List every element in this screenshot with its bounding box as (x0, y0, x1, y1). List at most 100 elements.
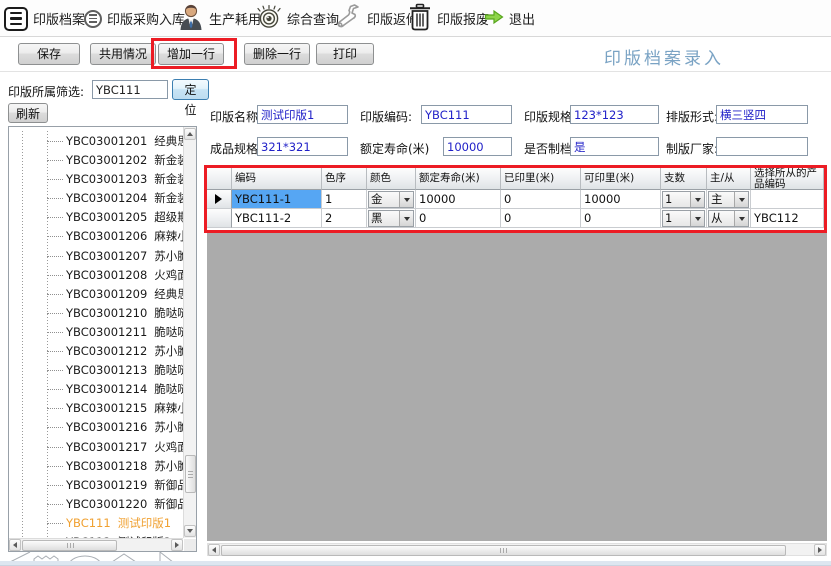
tree-item[interactable]: YBC03001212苏小脆新奥尔良鸡 (10, 342, 183, 361)
cell-seq[interactable]: 2 (322, 209, 367, 228)
count-combo[interactable]: 1 (662, 210, 705, 227)
cell-printable[interactable]: 0 (581, 209, 661, 228)
tree-item-name: 麻辣小龙虾55g15 (154, 401, 183, 415)
filter-input[interactable] (92, 80, 168, 99)
tree-item[interactable]: YBC03001216苏小脆川辣牛肉5 (10, 418, 183, 437)
delete-row-button[interactable]: 删除一行 (244, 43, 310, 65)
cell-product[interactable]: YBC112 (751, 209, 824, 228)
header-product[interactable]: 选择所从的产品编码 (751, 168, 824, 190)
row-selector[interactable] (207, 209, 232, 228)
tree-item[interactable]: YBC03001220新御品思园红烧牛 (10, 495, 183, 514)
cell-printed[interactable]: 0 (501, 209, 581, 228)
toolbar-item-plate-repair[interactable]: 印版返修 (334, 0, 419, 37)
shared-usage-button[interactable]: 共用情况 (90, 43, 156, 65)
tree-item[interactable]: YBC03001210脆哒哒火鸡面55g (10, 304, 183, 323)
combo-value: 1 (663, 211, 690, 226)
save-button[interactable]: 保存 (18, 43, 80, 65)
chevron-down-icon[interactable] (399, 192, 413, 207)
role-combo[interactable]: 主 (708, 191, 749, 208)
scroll-right-button[interactable] (171, 539, 183, 551)
cell-life[interactable]: 0 (416, 209, 501, 228)
scrollbar-thumb[interactable] (22, 540, 117, 551)
toolbar-item-plate-archive[interactable]: 印版档案 (4, 0, 85, 37)
combo-value: 金 (369, 192, 399, 207)
cell-code[interactable]: YBC111-2 (232, 209, 322, 228)
header-printed[interactable]: 已印里(米) (501, 168, 581, 190)
tree-item-code: YBC03001203 (66, 172, 147, 186)
header-role[interactable]: 主/从 (707, 168, 751, 190)
header-count[interactable]: 支数 (661, 168, 707, 190)
locate-button[interactable]: 定位 (172, 79, 209, 100)
refresh-button[interactable]: 刷新 (8, 103, 48, 123)
color-combo[interactable]: 金 (368, 191, 414, 208)
tree-item[interactable]: YBC03001205超级斯美特香牛 (10, 208, 183, 227)
chevron-down-icon[interactable] (734, 211, 748, 226)
toolbar-item-exit[interactable]: 退出 (484, 0, 535, 37)
tree-item[interactable]: YBC03001201经典思园香辣牛肉面 (10, 132, 183, 151)
cell-printed[interactable]: 0 (501, 190, 581, 209)
scroll-up-button[interactable] (184, 128, 196, 140)
plate-maker-input[interactable] (716, 137, 808, 156)
cell-seq[interactable]: 1 (322, 190, 367, 209)
cell-product[interactable] (751, 190, 824, 209)
scrollbar-thumb[interactable] (185, 455, 196, 493)
toolbar-item-production-usage[interactable]: 生产耗用 (178, 0, 261, 37)
cell-count: 1 (661, 190, 707, 209)
color-combo[interactable]: 黑 (368, 210, 414, 227)
tree-item[interactable]: YBC03001218苏小脆新奥尔良鸡 (10, 457, 183, 476)
plate-spec-input[interactable] (570, 105, 659, 124)
count-combo[interactable]: 1 (662, 191, 705, 208)
tree-item[interactable]: YBC03001204新金装老坛酸菜面 (10, 189, 183, 208)
tree-item[interactable]: YBC03001213脆哒哒麻辣小龙虾 (10, 361, 183, 380)
print-button[interactable]: 打印 (316, 43, 374, 65)
rated-life-input[interactable] (443, 137, 512, 156)
cell-life[interactable]: 10000 (416, 190, 501, 209)
tree-item-name: 苏小脆川辣牛肉5 (154, 420, 183, 434)
cell-printable[interactable]: 10000 (581, 190, 661, 209)
tree-item[interactable]: YBC03001202新金装红烧牛肉面 (10, 151, 183, 170)
toolbar-item-plate-purchase[interactable]: 印版采购入库 (84, 0, 185, 37)
plate-name-input[interactable] (257, 105, 348, 124)
toolbar-item-plate-scrap[interactable]: 印版报废 (408, 0, 489, 37)
filter-label: 印版所属筛选: (8, 83, 84, 100)
cell-code[interactable]: YBC111-1 (232, 190, 322, 209)
scroll-left-button[interactable] (9, 539, 21, 551)
tree-item[interactable]: YBC03001215麻辣小龙虾55g15 (10, 399, 183, 418)
add-row-button[interactable]: 增加一行 (158, 43, 224, 65)
scroll-right-button[interactable] (814, 544, 826, 556)
tree-item[interactable]: YBC03001219新御品思园香辣牛 (10, 476, 183, 495)
layout-form-input[interactable] (716, 105, 808, 124)
toolbar-item-comprehensive-query[interactable]: 综合查询 (256, 0, 339, 37)
row-selector[interactable] (207, 190, 232, 209)
plate-code-input[interactable] (421, 105, 512, 124)
tree-item[interactable]: YBC03001211脆哒哒麻辣小龙虾 (10, 323, 183, 342)
combo-value: 从 (709, 211, 734, 226)
tree-item[interactable]: YBC111测试印版1 (10, 514, 183, 533)
product-spec-input[interactable] (257, 137, 348, 156)
role-combo[interactable]: 从 (708, 210, 749, 227)
header-life[interactable]: 额定寿命(米) (416, 168, 501, 190)
header-color[interactable]: 颜色 (367, 168, 416, 190)
chevron-down-icon[interactable] (734, 192, 748, 207)
tree-item[interactable]: YBC03001206麻辣小龙虾55g (10, 227, 183, 246)
is-archived-input[interactable] (570, 137, 659, 156)
tree-item[interactable]: YBC03001208火鸡面劲爆火鸡5 (10, 266, 183, 285)
header-code[interactable]: 编码 (232, 168, 322, 190)
tree-vertical-scrollbar[interactable] (183, 127, 196, 538)
cell-color: 金 (367, 190, 416, 209)
tree-item[interactable]: YBC03001209经典思园浓香排骨 (10, 285, 183, 304)
header-seq[interactable]: 色序 (322, 168, 367, 190)
tree-item[interactable]: YBC03001214脆哒哒火鸡面55g (10, 380, 183, 399)
header-printable[interactable]: 可印里(米) (581, 168, 661, 190)
tree-item[interactable]: YBC03001217火鸡面劲爆火鸡5 (10, 438, 183, 457)
plate-name-label: 印版名称: (210, 108, 262, 125)
tree-item-code: YBC03001214 (66, 382, 147, 396)
scroll-down-button[interactable] (184, 525, 196, 537)
tree-item[interactable]: YBC03001207苏小脆川辣牛肉5 (10, 247, 183, 266)
chevron-down-icon[interactable] (399, 211, 413, 226)
chevron-down-icon[interactable] (690, 192, 704, 207)
tree-horizontal-scrollbar[interactable] (9, 538, 183, 551)
tree-item[interactable]: YBC03001203新金装香辣牛肉面 (10, 170, 183, 189)
chevron-down-icon[interactable] (690, 211, 704, 226)
combo-value: 主 (709, 192, 734, 207)
